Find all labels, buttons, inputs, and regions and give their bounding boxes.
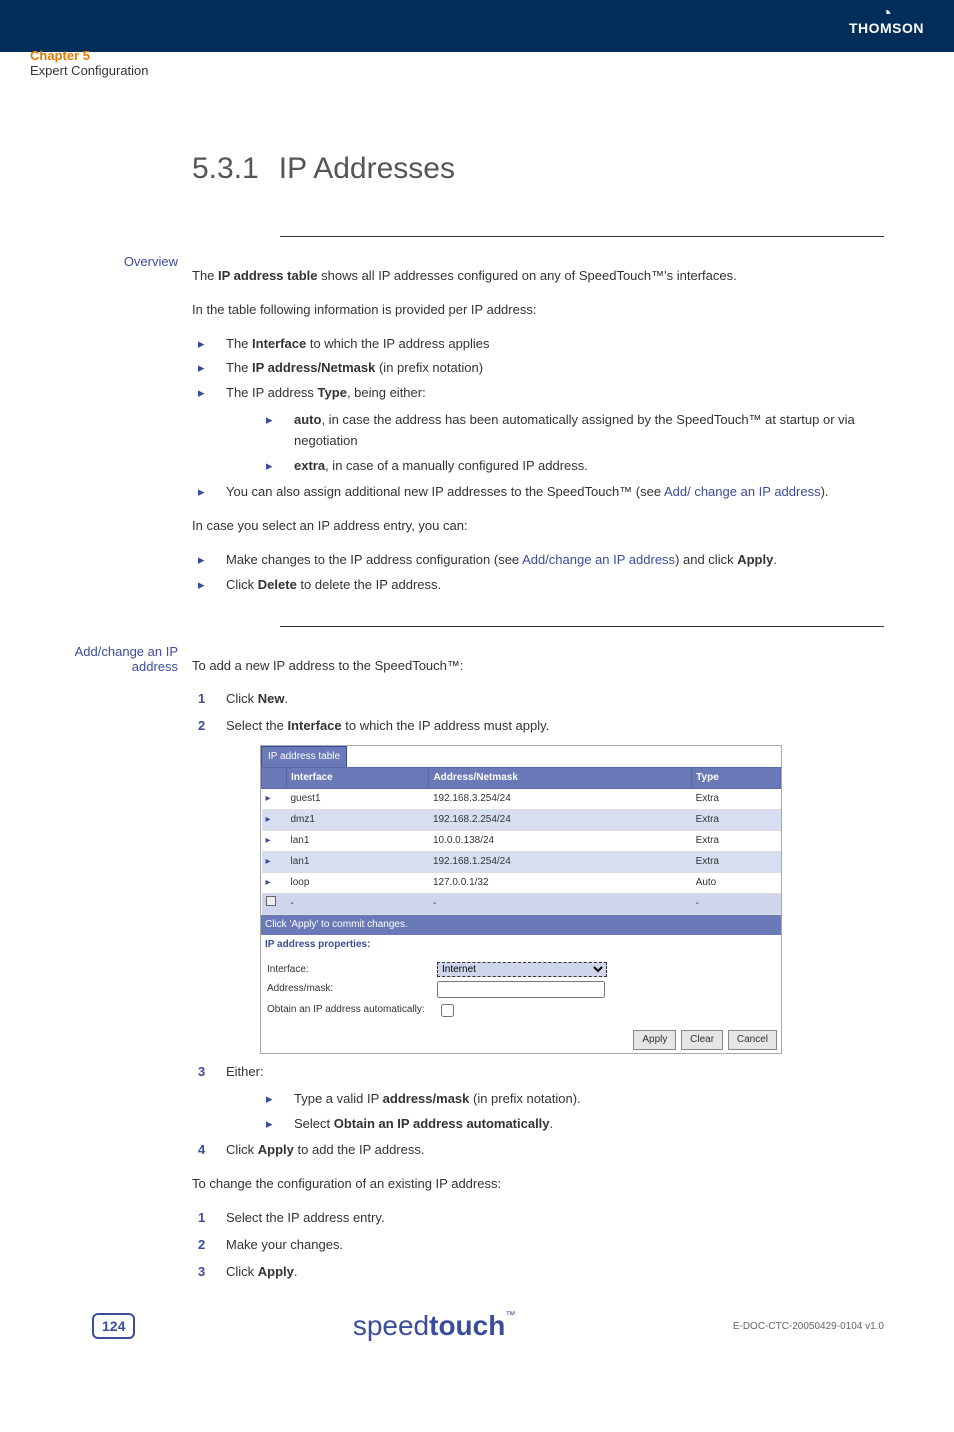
- clear-button[interactable]: Clear: [681, 1030, 723, 1050]
- divider: [280, 236, 884, 237]
- add-change-link-2[interactable]: Add/change an IP address: [522, 552, 675, 567]
- new-row[interactable]: ---: [262, 893, 781, 914]
- address-input[interactable]: [437, 981, 605, 998]
- iface-label: Interface:: [267, 962, 437, 978]
- overview-label: Overview: [112, 253, 192, 269]
- overview-body: The IP address table shows all IP addres…: [192, 253, 884, 602]
- section-heading: 5.3.1IP Addresses: [192, 152, 884, 186]
- ip-table: Interface Address/Netmask Type ▸guest119…: [261, 767, 781, 915]
- thomson-logo: ◔ THOMSON: [849, 6, 924, 36]
- page-number: 124: [92, 1313, 135, 1339]
- add-change-label: Add/change an IP address: [32, 643, 192, 674]
- table-row[interactable]: ▸guest1192.168.3.254/24Extra: [262, 788, 781, 809]
- top-bar: ◔ THOMSON: [0, 0, 954, 52]
- auto-label: Obtain an IP address automatically:: [267, 1002, 437, 1018]
- page-footer: 124 speedtouch™ E-DOC-CTC-20050429-0104 …: [0, 1310, 954, 1342]
- cancel-button[interactable]: Cancel: [728, 1030, 777, 1050]
- interface-select[interactable]: Internet: [437, 962, 607, 977]
- logo-text: THOMSON: [849, 20, 924, 36]
- doc-id: E-DOC-CTC-20050429-0104 v1.0: [733, 1321, 884, 1332]
- apply-button[interactable]: Apply: [633, 1030, 676, 1050]
- table-row[interactable]: ▸lan1192.168.1.254/24Extra: [262, 851, 781, 872]
- table-row[interactable]: ▸dmz1192.168.2.254/24Extra: [262, 809, 781, 830]
- table-row[interactable]: ▸lan110.0.0.138/24Extra: [262, 830, 781, 851]
- chapter-number: Chapter 5: [30, 48, 149, 63]
- ip-address-table-screenshot: IP address table Interface Address/Netma…: [260, 745, 782, 1054]
- table-tab: IP address table: [261, 746, 347, 767]
- table-row[interactable]: ▸loop127.0.0.1/32Auto: [262, 872, 781, 893]
- auto-checkbox[interactable]: [441, 1004, 454, 1017]
- speedtouch-brand: speedtouch™: [353, 1310, 516, 1342]
- logo-icon: ◔: [849, 6, 924, 20]
- commit-message: Click 'Apply' to commit changes.: [261, 915, 781, 935]
- props-heading: IP address properties:: [261, 935, 781, 955]
- divider: [280, 626, 884, 627]
- add-change-link[interactable]: Add/ change an IP address: [664, 484, 821, 499]
- add-change-body: To add a new IP address to the SpeedTouc…: [192, 643, 884, 1289]
- chapter-subtitle: Expert Configuration: [30, 63, 149, 78]
- chapter-header: Chapter 5 Expert Configuration: [30, 48, 149, 78]
- addr-label: Address/mask:: [267, 981, 437, 997]
